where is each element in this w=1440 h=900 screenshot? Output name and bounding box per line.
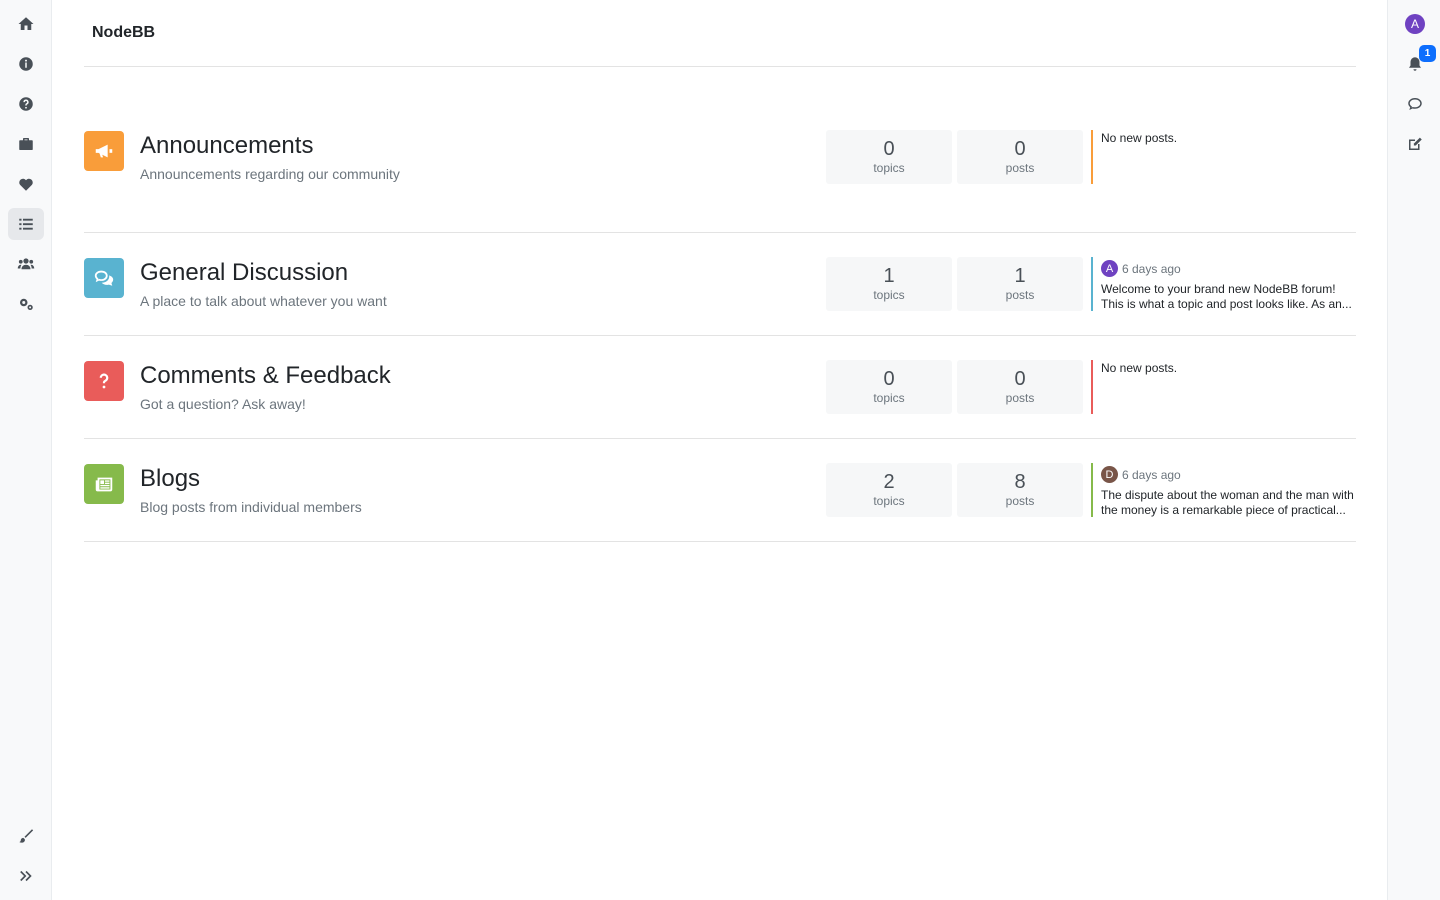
teaser-line: the money is a remarkable piece of pract… (1101, 503, 1346, 517)
users-icon[interactable] (8, 248, 44, 280)
category-description: Announcements regarding our community (140, 166, 400, 182)
posts-count: 0 posts (957, 130, 1083, 184)
posts-label: posts (1005, 288, 1035, 302)
home-icon[interactable] (8, 8, 44, 40)
category-description: Got a question? Ask away! (140, 396, 306, 412)
posts-value: 0 (1014, 368, 1026, 390)
newspaper-icon[interactable] (84, 464, 124, 504)
avatar[interactable]: D (1101, 466, 1118, 483)
category-row: Blogs Blog posts from individual members… (84, 439, 1356, 542)
topics-count: 1 topics (826, 257, 952, 311)
category-row: General Discussion A place to talk about… (84, 233, 1356, 336)
teaser-content[interactable]: Welcome to your brand new NodeBB forum! … (1101, 282, 1356, 312)
posts-value: 0 (1014, 138, 1026, 160)
category-title[interactable]: Blogs (140, 463, 200, 495)
posts-value: 8 (1014, 471, 1026, 493)
no-posts-text: No new posts. (1101, 361, 1178, 375)
avatar: A (1405, 14, 1425, 34)
list-icon[interactable] (8, 208, 44, 240)
teaser-meta: A 6 days ago (1101, 260, 1356, 277)
category-row: Announcements Announcements regarding ou… (84, 130, 1356, 233)
teaser-line: The dispute about the woman and the man … (1101, 488, 1354, 502)
category-row: Comments & Feedback Got a question? Ask … (84, 336, 1356, 439)
briefcase-icon[interactable] (8, 128, 44, 160)
main-content: NodeBB Announcements Announcements regar… (84, 0, 1356, 542)
right-sidebar: A 1 (1387, 0, 1440, 900)
posts-label: posts (1005, 391, 1035, 405)
expand-icon[interactable] (8, 860, 44, 892)
category-title[interactable]: Announcements (140, 130, 313, 162)
gears-icon[interactable] (8, 288, 44, 320)
chat-icon[interactable] (1397, 88, 1433, 120)
notification-count-badge: 1 (1419, 45, 1436, 62)
avatar[interactable]: A (1101, 260, 1118, 277)
category-list: Announcements Announcements regarding ou… (84, 130, 1356, 542)
topics-label: topics (873, 494, 905, 508)
topics-value: 0 (883, 368, 895, 390)
user-avatar[interactable]: A (1397, 8, 1433, 40)
posts-count: 1 posts (957, 257, 1083, 311)
question-icon[interactable] (84, 361, 124, 401)
posts-count: 0 posts (957, 360, 1083, 414)
brand-title[interactable]: NodeBB (92, 24, 155, 42)
topics-label: topics (873, 161, 905, 175)
paintbrush-icon[interactable] (8, 820, 44, 852)
topics-count: 2 topics (826, 463, 952, 517)
header: NodeBB (84, 0, 1356, 67)
teaser-meta: D 6 days ago (1101, 466, 1356, 483)
compose-icon[interactable] (1397, 128, 1433, 160)
latest-post-teaser: No new posts. (1091, 360, 1356, 414)
teaser-content[interactable]: The dispute about the woman and the man … (1101, 488, 1356, 518)
comments-icon[interactable] (84, 258, 124, 298)
bullhorn-icon[interactable] (84, 131, 124, 171)
help-icon[interactable] (8, 88, 44, 120)
left-sidebar (0, 0, 52, 900)
info-icon[interactable] (8, 48, 44, 80)
teaser-line: This is what a topic and post looks like… (1101, 297, 1352, 311)
latest-post-teaser[interactable]: A 6 days ago Welcome to your brand new N… (1091, 257, 1356, 311)
topics-label: topics (873, 288, 905, 302)
latest-post-teaser: No new posts. (1091, 130, 1356, 184)
category-description: A place to talk about whatever you want (140, 293, 387, 309)
posts-count: 8 posts (957, 463, 1083, 517)
latest-post-teaser[interactable]: D 6 days ago The dispute about the woman… (1091, 463, 1356, 517)
topics-value: 2 (883, 471, 895, 493)
no-posts-text: No new posts. (1101, 131, 1178, 145)
topics-label: topics (873, 391, 905, 405)
post-time[interactable]: 6 days ago (1122, 262, 1181, 276)
posts-value: 1 (1014, 265, 1026, 287)
category-title[interactable]: Comments & Feedback (140, 360, 391, 392)
topics-count: 0 topics (826, 130, 952, 184)
posts-label: posts (1005, 494, 1035, 508)
posts-label: posts (1005, 161, 1035, 175)
heart-icon[interactable] (8, 168, 44, 200)
teaser-line: Welcome to your brand new NodeBB forum! (1101, 282, 1336, 296)
category-description: Blog posts from individual members (140, 499, 362, 515)
topics-value: 0 (883, 138, 895, 160)
topics-count: 0 topics (826, 360, 952, 414)
category-title[interactable]: General Discussion (140, 257, 348, 289)
topics-value: 1 (883, 265, 895, 287)
post-time[interactable]: 6 days ago (1122, 468, 1181, 482)
notifications-button[interactable]: 1 (1397, 45, 1436, 80)
